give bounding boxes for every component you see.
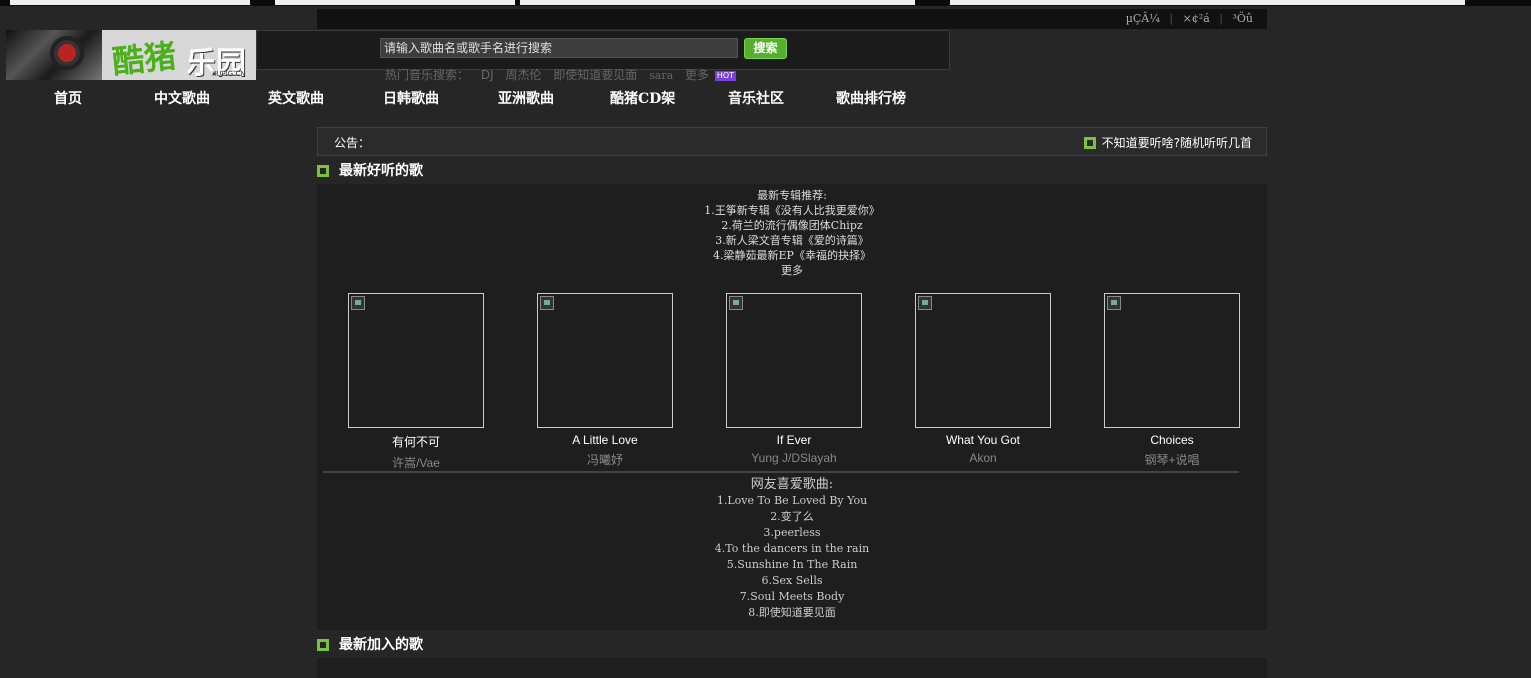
album-card[interactable]: If Ever Yung J/DSlayah: [726, 293, 862, 465]
section-added-title: 最新加入的歌: [317, 634, 423, 654]
favorite-item[interactable]: 4.To the dancers in the rain: [317, 541, 1267, 557]
hot-badge: HOT: [714, 70, 737, 81]
broken-image-icon: [351, 296, 365, 310]
hot-term-jay[interactable]: 周杰伦: [505, 68, 541, 82]
album-title[interactable]: What You Got: [915, 433, 1051, 447]
album-artist: 冯曦妤: [586, 453, 623, 467]
nav-chinese[interactable]: 中文歌曲: [154, 88, 210, 110]
top-strip: [0, 0, 1531, 6]
nav-charts[interactable]: 歌曲排行榜: [836, 88, 906, 110]
album-artist: Akon: [969, 451, 997, 465]
album-title[interactable]: 有何不可: [348, 433, 484, 450]
search-input[interactable]: [380, 38, 738, 58]
random-listen-link[interactable]: 不知道要听啥?随机听听几首: [1083, 134, 1252, 151]
section-latest-title: 最新好听的歌: [317, 160, 423, 180]
recommend-item[interactable]: 3.新人梁文音专辑《爱的诗篇》: [317, 233, 1267, 248]
top-link-help[interactable]: ³Öû: [1232, 12, 1253, 25]
album-card[interactable]: What You Got Akon: [915, 293, 1051, 465]
broken-image-icon: [1107, 296, 1121, 310]
recommend-item[interactable]: 2.荷兰的流行偶像团体Chipz: [317, 218, 1267, 233]
notice-label: 公告：: [334, 136, 371, 150]
album-artist: 钢琴+说唱: [1144, 453, 1200, 467]
nav-jp-kr[interactable]: 日韩歌曲: [383, 88, 439, 110]
hot-term-dj[interactable]: DJ: [481, 68, 494, 82]
favorite-item[interactable]: 6.Sex Sells: [317, 573, 1267, 589]
favorite-item[interactable]: 5.Sunshine In The Rain: [317, 557, 1267, 573]
recommend-title: 最新专辑推荐:: [757, 189, 827, 202]
album-title[interactable]: Choices: [1104, 433, 1240, 447]
logo-text-main: 酷猪: [110, 36, 179, 80]
hot-term-sara[interactable]: sara: [649, 69, 673, 82]
green-square-icon: [1083, 137, 1096, 149]
hot-search-label: 热门音乐搜索：: [385, 68, 470, 82]
album-cover[interactable]: [348, 293, 484, 428]
album-title[interactable]: A Little Love: [537, 433, 673, 447]
favorite-item[interactable]: 8.即使知道要见面: [317, 605, 1267, 621]
hot-search: 热门音乐搜索： DJ 周杰伦 即使知道要见面 sara 更多 HOT: [385, 66, 744, 83]
notice-bar: 公告： 不知道要听啥?随机听听几首: [317, 127, 1267, 156]
top-link-login[interactable]: µÇÂ¼: [1126, 12, 1160, 25]
album-recommend: 最新专辑推荐: 1.王筝新专辑《没有人比我更爱你》 2.荷兰的流行偶像团体Chi…: [317, 188, 1267, 278]
album-card[interactable]: A Little Love 冯曦妤: [537, 293, 673, 468]
nav-asia[interactable]: 亚洲歌曲: [498, 88, 554, 110]
favorite-item[interactable]: 1.Love To Be Loved By You: [317, 493, 1267, 509]
broken-image-icon: [540, 296, 554, 310]
logo-domain: KUPIG.CN: [212, 70, 246, 78]
recommend-item[interactable]: 4.梁静茹最新EP《幸福的抉择》: [317, 248, 1267, 263]
top-link-register[interactable]: ×¢²á: [1183, 12, 1210, 25]
favorite-item[interactable]: 3.peerless: [317, 525, 1267, 541]
nav-cd-shelf[interactable]: 酷猪CD架: [610, 88, 675, 110]
album-cover[interactable]: [915, 293, 1051, 428]
nav-home[interactable]: 首页: [54, 88, 82, 110]
recommend-item[interactable]: 1.王筝新专辑《没有人比我更爱你》: [317, 203, 1267, 218]
album-cover[interactable]: [1104, 293, 1240, 428]
favorite-songs: 网友喜爱歌曲: 1.Love To Be Loved By You 2.变了么 …: [317, 476, 1267, 621]
broken-image-icon: [729, 296, 743, 310]
nav-english[interactable]: 英文歌曲: [268, 88, 324, 110]
album-card[interactable]: 有何不可 许嵩/Vae: [348, 293, 484, 471]
album-card[interactable]: Choices 钢琴+说唱: [1104, 293, 1240, 468]
added-panel: [317, 658, 1267, 678]
favorite-item[interactable]: 7.Soul Meets Body: [317, 589, 1267, 605]
hot-term-more[interactable]: 更多: [685, 68, 709, 82]
favorites-title: 网友喜爱歌曲:: [750, 477, 834, 492]
green-square-icon: [317, 165, 329, 177]
divider: [323, 471, 1239, 473]
green-square-icon: [317, 639, 329, 651]
recommend-more[interactable]: 更多: [317, 263, 1267, 278]
album-cover[interactable]: [726, 293, 862, 428]
hot-term-song[interactable]: 即使知道要见面: [553, 68, 637, 82]
search-button[interactable]: 搜索: [744, 38, 787, 59]
site-logo[interactable]: 酷猪 乐园 KUPIG.CN: [6, 30, 256, 80]
album-cover[interactable]: [537, 293, 673, 428]
headphone-avatar-icon: [6, 30, 102, 80]
top-bar: µÇÂ¼ | ×¢²á | ³Öû: [317, 9, 1267, 29]
album-artist: 许嵩/Vae: [392, 456, 440, 470]
favorite-item[interactable]: 2.变了么: [317, 509, 1267, 525]
album-artist: Yung J/DSlayah: [751, 451, 837, 465]
album-title[interactable]: If Ever: [726, 433, 862, 447]
broken-image-icon: [918, 296, 932, 310]
nav-community[interactable]: 音乐社区: [728, 88, 784, 110]
